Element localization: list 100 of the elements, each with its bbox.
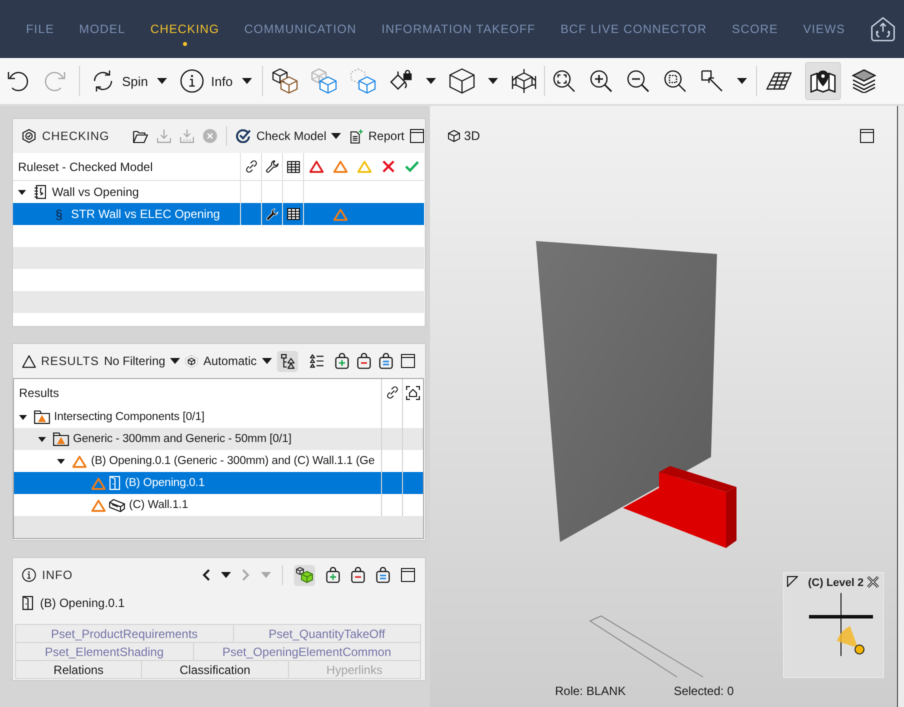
document-plus-icon bbox=[350, 128, 364, 144]
tree-view-button[interactable] bbox=[277, 350, 298, 372]
panel-title: RESULTS bbox=[41, 354, 99, 368]
table-icon bbox=[286, 160, 300, 172]
zoom-out-icon[interactable] bbox=[626, 69, 650, 93]
tab[interactable]: Relations bbox=[15, 660, 142, 679]
cube-icon[interactable] bbox=[448, 68, 475, 94]
wall-block-icon bbox=[109, 498, 125, 512]
caret-icon[interactable] bbox=[736, 78, 747, 84]
tree-item[interactable]: (B) Opening.0.1 bbox=[14, 472, 423, 494]
link-icon bbox=[244, 160, 258, 173]
select-tool-icon[interactable] bbox=[700, 69, 724, 93]
menu-tab[interactable]: COMMUNICATION bbox=[244, 0, 356, 58]
folder-open-icon[interactable] bbox=[133, 130, 148, 142]
triangle-icon bbox=[332, 160, 348, 173]
menu-tab[interactable]: FILE bbox=[26, 0, 54, 58]
cube-icon bbox=[185, 354, 198, 368]
filter-dropdown[interactable]: No Filtering bbox=[104, 354, 180, 368]
menu-tab[interactable]: INFORMATION TAKEOFF bbox=[382, 0, 536, 58]
column-header: Results bbox=[18, 384, 60, 402]
triangle-corner-icon[interactable] bbox=[787, 576, 798, 587]
window-icon[interactable] bbox=[401, 354, 415, 368]
bag-minus-icon[interactable] bbox=[357, 353, 371, 369]
caret-icon bbox=[331, 133, 342, 139]
rotate-arrows-icon bbox=[91, 69, 115, 93]
cubes-icon bbox=[296, 567, 313, 583]
check-icon bbox=[405, 161, 419, 172]
menu-tab[interactable]: VIEWS bbox=[803, 0, 846, 58]
bag-plus-icon[interactable] bbox=[326, 567, 340, 583]
bag-minus-icon[interactable] bbox=[351, 567, 365, 583]
layers-icon bbox=[850, 69, 877, 93]
bag-equal-icon[interactable] bbox=[376, 567, 390, 583]
hierarchy-icon bbox=[280, 354, 294, 368]
report-button[interactable]: Report bbox=[350, 128, 404, 144]
info-icon bbox=[180, 69, 204, 93]
tree-item[interactable]: Intersecting Components [0/1] bbox=[14, 406, 423, 428]
window-icon[interactable] bbox=[401, 568, 415, 582]
map-pin-icon bbox=[810, 68, 836, 94]
menu-tab[interactable]: SCORE bbox=[732, 0, 778, 58]
triangle-icon bbox=[308, 160, 324, 173]
expand-arrow-icon[interactable] bbox=[57, 458, 65, 464]
menu-tab[interactable]: MODEL bbox=[79, 0, 126, 58]
undo-icon[interactable] bbox=[6, 69, 30, 93]
wireframe-cube-icon[interactable] bbox=[310, 68, 337, 94]
tab[interactable]: Pset_QuantityTakeOff bbox=[232, 624, 422, 643]
selection-label: (B) Opening.0.1 bbox=[40, 596, 125, 610]
caret-icon bbox=[157, 78, 168, 84]
section-sign: § bbox=[55, 206, 63, 222]
expand-arrow-icon[interactable] bbox=[18, 190, 26, 194]
viewpoint-icon[interactable] bbox=[837, 626, 864, 654]
tree-item[interactable]: (B) Opening.0.1 (Generic - 300mm) and (C) Wall.1.1 (Ge bbox=[14, 450, 423, 472]
mode-dropdown[interactable]: Automatic bbox=[185, 354, 272, 368]
section-box-icon[interactable] bbox=[510, 68, 537, 94]
column-header: Ruleset - Checked Model bbox=[13, 153, 241, 180]
cross-icon bbox=[382, 160, 394, 173]
chevron-left-icon[interactable] bbox=[202, 569, 210, 581]
window-icon[interactable] bbox=[410, 129, 424, 143]
menu-tab[interactable]: CHECKING bbox=[150, 0, 220, 58]
grid-plane-icon[interactable] bbox=[766, 72, 792, 90]
tab[interactable]: Pset_ElementShading bbox=[15, 642, 194, 661]
book-icon bbox=[34, 185, 46, 199]
check-circle-icon bbox=[236, 129, 252, 143]
cube-pair-icon[interactable] bbox=[272, 68, 298, 94]
check-model-button[interactable]: Check Model bbox=[236, 129, 342, 143]
tab[interactable]: Pset_OpeningElementCommon bbox=[192, 642, 422, 661]
caret-icon[interactable] bbox=[426, 78, 436, 84]
cube-toggle-button[interactable] bbox=[294, 564, 315, 586]
window-icon[interactable] bbox=[860, 129, 874, 143]
bag-plus-icon[interactable] bbox=[335, 353, 349, 369]
triangle-outline-icon bbox=[22, 354, 36, 368]
dot-icon bbox=[182, 42, 187, 46]
badge-check-icon bbox=[22, 129, 36, 143]
tab[interactable]: Pset_ProductRequirements bbox=[15, 624, 234, 643]
triangle-icon bbox=[356, 160, 372, 173]
caret-icon[interactable] bbox=[221, 572, 231, 578]
zoom-extents-icon[interactable] bbox=[552, 69, 576, 93]
bag-equal-icon[interactable] bbox=[379, 353, 393, 369]
zoom-in-icon[interactable] bbox=[588, 69, 613, 93]
panel-title: INFO bbox=[42, 568, 73, 582]
link-icon bbox=[386, 386, 398, 399]
caret-icon bbox=[262, 358, 272, 364]
expand-arrow-icon[interactable] bbox=[19, 414, 27, 420]
folder-icon bbox=[34, 410, 50, 424]
info-button[interactable]: Info bbox=[180, 69, 252, 93]
tree-item[interactable]: (C) Wall.1.1 bbox=[14, 494, 423, 516]
viewfinder-icon bbox=[406, 386, 420, 400]
dotted-cube-icon[interactable] bbox=[350, 68, 376, 94]
map-button[interactable] bbox=[804, 62, 841, 100]
logo-icon[interactable] bbox=[870, 16, 896, 42]
wrench-icon bbox=[266, 160, 278, 173]
expand-arrow-icon[interactable] bbox=[38, 436, 46, 442]
caret-icon[interactable] bbox=[488, 78, 498, 84]
tab[interactable]: Classification bbox=[141, 660, 289, 679]
caret-icon bbox=[242, 78, 252, 84]
zoom-window-icon[interactable] bbox=[662, 69, 687, 93]
tree-item[interactable]: § STR Wall vs ELEC Opening bbox=[13, 203, 424, 225]
spin-button[interactable]: Spin bbox=[91, 69, 168, 93]
menu-tab[interactable]: BCF LIVE CONNECTOR bbox=[560, 0, 707, 58]
close-icon[interactable] bbox=[867, 576, 879, 588]
minimap-title: (C) Level 2 bbox=[808, 577, 864, 589]
